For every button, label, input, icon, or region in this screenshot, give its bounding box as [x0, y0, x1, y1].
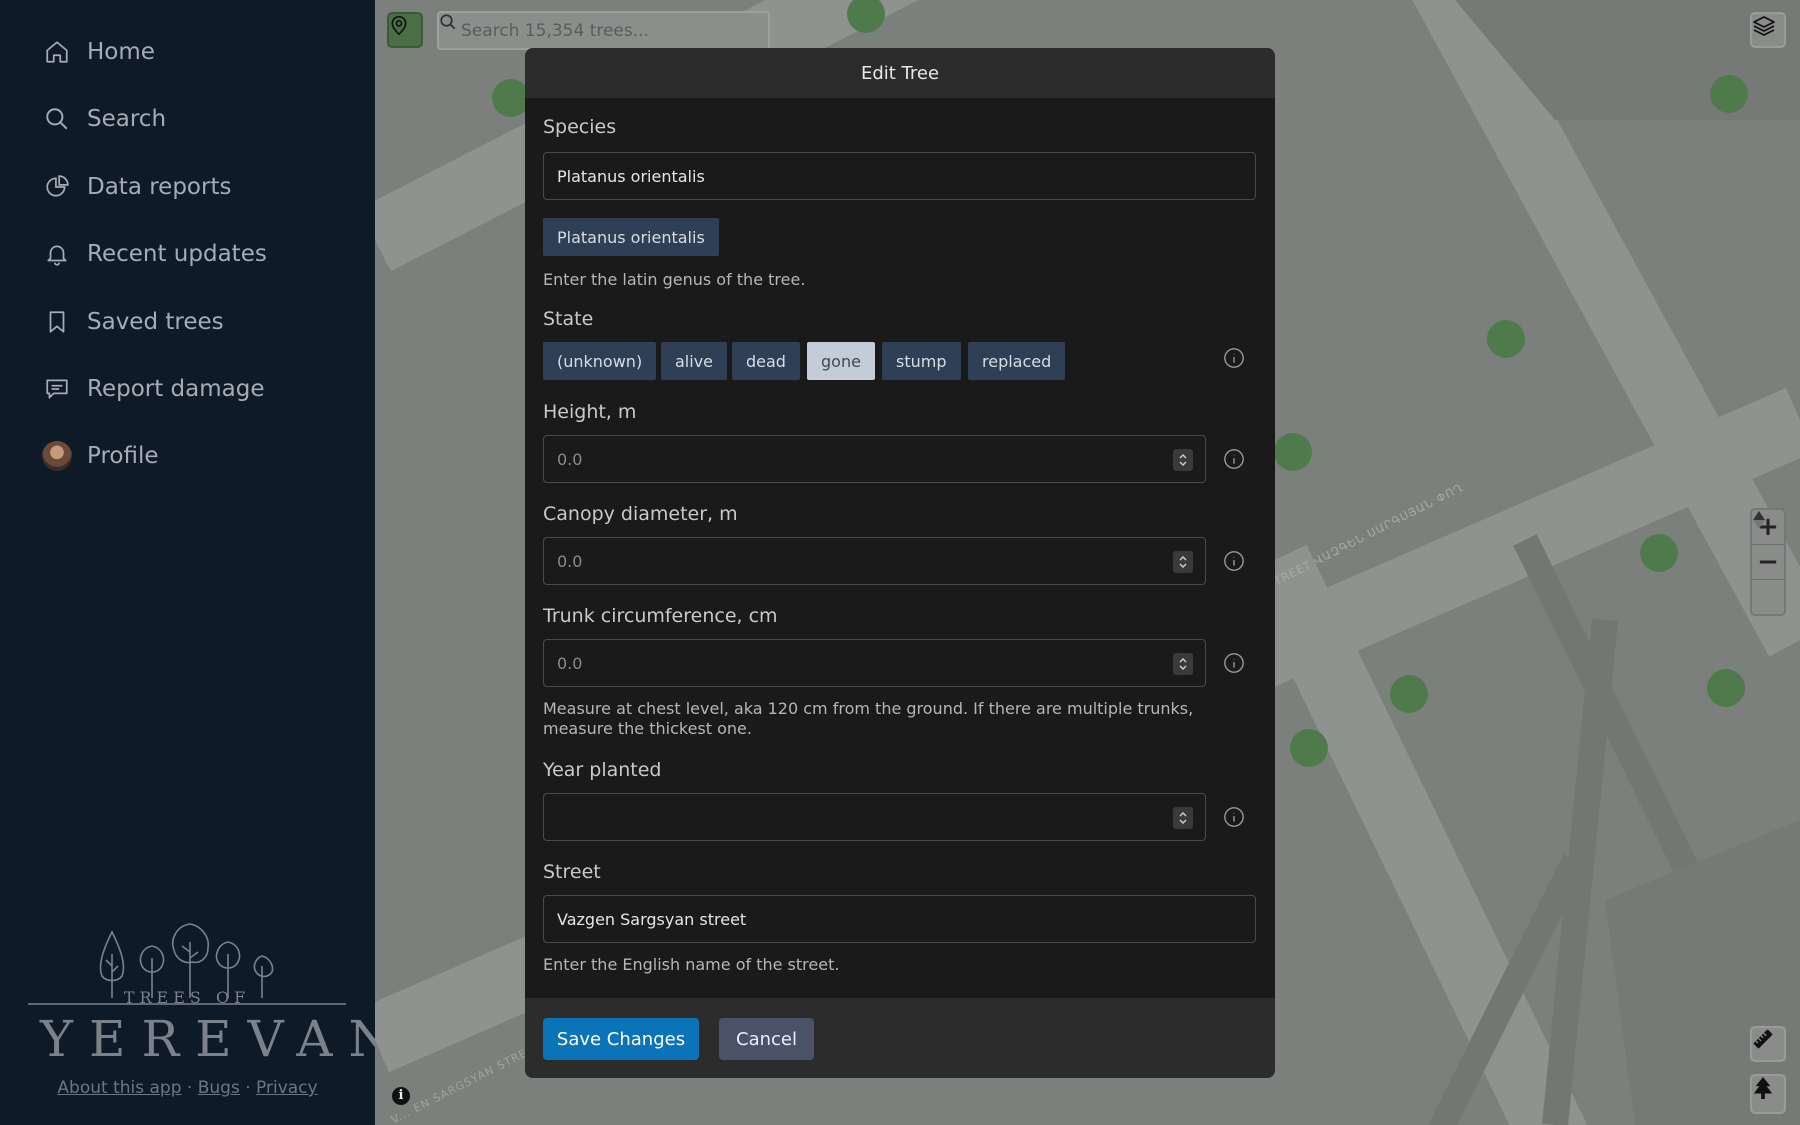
add-tree-button[interactable] [1750, 1074, 1786, 1114]
footer-separator: · [239, 1078, 257, 1098]
nav-label: Recent updates [87, 241, 267, 267]
height-label: Height, m [543, 401, 637, 423]
spinner-icon[interactable] [1173, 807, 1193, 829]
tree-icon [1753, 1077, 1773, 1099]
state-alive[interactable]: alive [661, 342, 728, 380]
species-help: Enter the latin genus of the tree. [543, 270, 806, 289]
nav-recent-updates[interactable]: Recent updates [42, 234, 267, 274]
map-search-input[interactable]: Search 15,354 trees... [461, 21, 649, 41]
state-stump[interactable]: stump [882, 342, 961, 380]
search-icon [42, 104, 72, 134]
layers-button[interactable] [1750, 12, 1786, 48]
canopy-label: Canopy diameter, m [543, 503, 738, 525]
info-icon[interactable] [1222, 549, 1246, 573]
nav-home[interactable]: Home [42, 32, 155, 72]
ruler-icon [1753, 1029, 1773, 1049]
measure-button[interactable] [1750, 1026, 1786, 1062]
year-input[interactable] [543, 793, 1206, 841]
height-placeholder: 0.0 [557, 449, 583, 469]
nav-search[interactable]: Search [42, 99, 166, 139]
edit-tree-dialog: Edit Tree Species Platanus orientalis Pl… [525, 48, 1275, 1078]
map-search-box[interactable]: Search 15,354 trees... [437, 11, 770, 50]
compass-button[interactable] [1752, 511, 1784, 615]
dialog-title: Edit Tree [860, 62, 940, 84]
map-info-icon[interactable]: i [392, 1087, 410, 1105]
state-dead[interactable]: dead [732, 342, 800, 380]
zoom-controls: + − [1750, 508, 1786, 616]
nav-label: Data reports [87, 174, 232, 200]
species-input[interactable]: Platanus orientalis [543, 152, 1256, 200]
spinner-icon[interactable] [1173, 551, 1193, 573]
canopy-input[interactable]: 0.0 [543, 537, 1206, 585]
state-label: State [543, 308, 594, 330]
dialog-header: Edit Tree [525, 48, 1275, 98]
nav-label: Profile [87, 443, 159, 469]
info-icon[interactable] [1222, 651, 1246, 675]
cancel-button[interactable]: Cancel [719, 1018, 814, 1060]
save-changes-button[interactable]: Save Changes [543, 1018, 699, 1060]
message-icon [42, 374, 72, 404]
nav-label: Search [87, 106, 167, 132]
trunk-input[interactable]: 0.0 [543, 639, 1206, 687]
footer-separator: · [181, 1078, 198, 1098]
search-icon [440, 14, 456, 30]
nav-data-reports[interactable]: Data reports [42, 167, 231, 207]
locate-button[interactable] [387, 12, 423, 48]
info-icon[interactable] [1222, 805, 1246, 829]
bugs-link[interactable]: Bugs [198, 1078, 240, 1098]
zoom-out-button[interactable]: − [1752, 545, 1784, 580]
trunk-label: Trunk circumference, cm [543, 605, 778, 627]
sidebar: Home Search Data reports Recent updates … [0, 0, 392, 1125]
privacy-link[interactable]: Privacy [256, 1078, 318, 1098]
nav-profile[interactable]: Profile [42, 436, 159, 476]
info-icon[interactable] [1222, 346, 1246, 370]
bell-icon [42, 239, 72, 269]
state-unknown[interactable]: (unknown) [543, 342, 657, 380]
nav-label: Saved trees [87, 309, 224, 335]
street-help: Enter the English name of the street. [543, 955, 840, 974]
height-input[interactable]: 0.0 [543, 435, 1206, 483]
nav-label: Home [87, 39, 155, 65]
spinner-icon[interactable] [1173, 653, 1193, 675]
nav-label: Report damage [87, 376, 265, 402]
pie-chart-icon [42, 172, 72, 202]
avatar [42, 441, 72, 471]
dialog-footer: Save Changes Cancel [525, 998, 1275, 1078]
about-link[interactable]: About this app [57, 1078, 181, 1098]
species-suggestion[interactable]: Platanus orientalis [543, 218, 719, 256]
brand-line-small: TREES OF [123, 988, 251, 1007]
state-gone[interactable]: gone [807, 342, 875, 380]
brand-line-big: YEREVAN [40, 1010, 409, 1068]
footer-links: About this app · Bugs · Privacy [0, 1078, 375, 1098]
compass-icon [1753, 511, 1765, 529]
street-input[interactable]: Vazgen Sargsyan street [543, 895, 1256, 943]
street-label: Street [543, 861, 601, 883]
bookmark-icon [42, 307, 72, 337]
nav-saved-trees[interactable]: Saved trees [42, 302, 224, 342]
layers-icon [1753, 16, 1775, 36]
canopy-placeholder: 0.0 [557, 551, 583, 571]
trunk-placeholder: 0.0 [557, 653, 583, 673]
year-label: Year planted [543, 759, 662, 781]
info-icon[interactable] [1222, 447, 1246, 471]
state-replaced[interactable]: replaced [968, 342, 1066, 380]
trunk-help: Measure at chest level, aka 120 cm from … [543, 699, 1194, 738]
species-label: Species [543, 116, 617, 138]
spinner-icon[interactable] [1173, 449, 1193, 471]
nav-report-damage[interactable]: Report damage [42, 369, 265, 409]
map-pin-icon [391, 15, 407, 36]
brand-logo: TREES OF YEREVAN [24, 918, 392, 1068]
home-icon [42, 37, 72, 67]
